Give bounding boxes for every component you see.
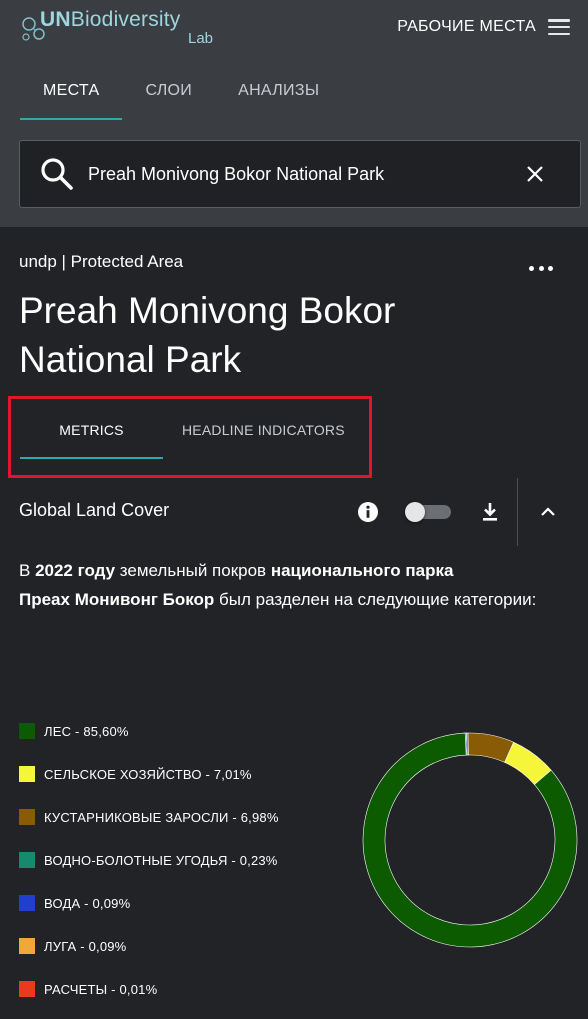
- legend-label: ЛУГА - 0,09%: [44, 938, 127, 954]
- legend-swatch: [19, 981, 35, 997]
- legend-label: ВОДА - 0,09%: [44, 895, 131, 911]
- logo-text: UNBiodiversity: [40, 8, 181, 31]
- hamburger-menu-icon: [548, 19, 570, 35]
- legend-label: РАСЧЕТЫ - 0,01%: [44, 981, 158, 997]
- place-title: Preah Monivong Bokor National Park: [19, 290, 396, 380]
- tab-metrics[interactable]: METRICS: [20, 405, 163, 459]
- download-icon[interactable]: [481, 501, 499, 523]
- search-input[interactable]: [88, 163, 508, 185]
- toggle-knob: [405, 502, 425, 522]
- workspaces-menu-button[interactable]: РАБОЧИЕ МЕСТА: [397, 14, 570, 40]
- legend-item: ЛУГА - 0,09%: [19, 935, 126, 957]
- tab-analyses[interactable]: АНАЛИЗЫ: [215, 72, 342, 120]
- land-cover-description: В 2022 году земельный покров национально…: [19, 561, 537, 609]
- land-cover-donut-chart: [362, 732, 578, 948]
- info-icon[interactable]: [357, 501, 379, 523]
- legend-item: РАСЧЕТЫ - 0,01%: [19, 978, 157, 1000]
- legend-item: СЕЛЬСКОЕ ХОЗЯЙСТВО - 7,01%: [19, 763, 252, 785]
- legend-swatch: [19, 809, 35, 825]
- legend-swatch: [19, 895, 35, 911]
- close-icon[interactable]: [526, 165, 544, 183]
- tab-layers[interactable]: СЛОИ: [122, 72, 215, 120]
- app-logo[interactable]: UNBiodiversity Lab: [20, 4, 220, 47]
- legend-item: ВОДНО-БОЛОТНЫЕ УГОДЬЯ - 0,23%: [19, 849, 278, 871]
- main-tabs: МЕСТА СЛОИ АНАЛИЗЫ: [20, 72, 342, 120]
- legend-item: ВОДА - 0,09%: [19, 892, 130, 914]
- more-options-icon[interactable]: [529, 266, 553, 274]
- place-subtabs: METRICS HEADLINE INDICATORS: [20, 405, 345, 459]
- legend-label: КУСТАРНИКОВЫЕ ЗАРОСЛИ - 6,98%: [44, 809, 279, 825]
- search-icon: [41, 158, 73, 190]
- tab-places[interactable]: МЕСТА: [20, 72, 123, 120]
- legend-label: ЛЕС - 85,60%: [44, 723, 129, 739]
- legend-swatch: [19, 766, 35, 782]
- workspaces-label: РАБОЧИЕ МЕСТА: [397, 18, 536, 35]
- search-box: [19, 140, 581, 208]
- header-divider: [517, 478, 518, 546]
- section-title: Global Land Cover: [19, 500, 170, 520]
- legend-item: ЛЕС - 85,60%: [19, 720, 129, 742]
- place-source: undp | Protected Area: [19, 252, 184, 271]
- logo-lab-text: Lab: [188, 30, 214, 47]
- legend-label: СЕЛЬСКОЕ ХОЗЯЙСТВО - 7,01%: [44, 766, 252, 782]
- land-cover-section-header: Global Land Cover: [0, 478, 588, 546]
- tab-headline-indicators[interactable]: HEADLINE INDICATORS: [163, 405, 345, 459]
- layer-visibility-toggle[interactable]: [405, 502, 451, 522]
- legend-swatch: [19, 938, 35, 954]
- legend-item: КУСТАРНИКОВЫЕ ЗАРОСЛИ - 6,98%: [19, 806, 279, 828]
- legend-swatch: [19, 723, 35, 739]
- chevron-up-icon[interactable]: [540, 505, 556, 517]
- legend-swatch: [19, 852, 35, 868]
- legend-label: ВОДНО-БОЛОТНЫЕ УГОДЬЯ - 0,23%: [44, 852, 278, 868]
- top-panel: UNBiodiversity Lab РАБОЧИЕ МЕСТА МЕСТА С…: [0, 0, 588, 227]
